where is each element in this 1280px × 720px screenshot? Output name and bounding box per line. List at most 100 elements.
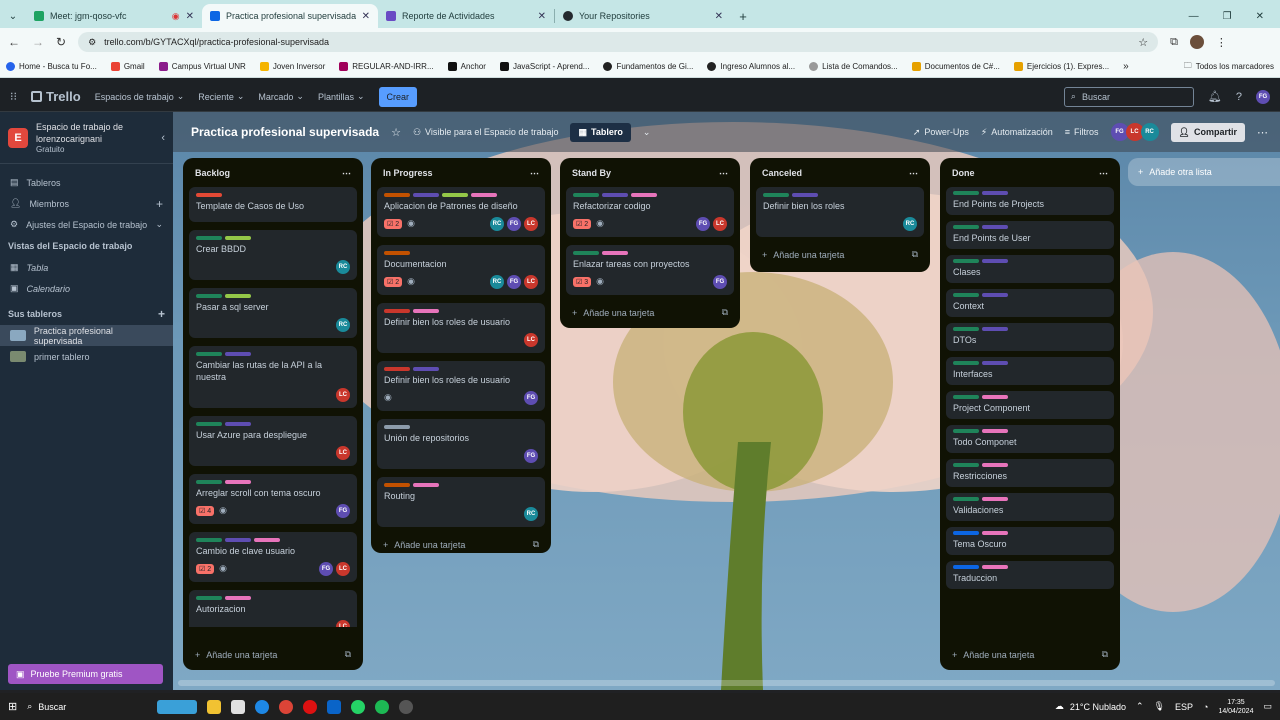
store-icon[interactable] xyxy=(231,699,246,714)
visibility-button[interactable]: ⚇ Visible para el Espacio de trabajo xyxy=(413,127,559,138)
weather-widget[interactable]: ☁ 21°C Nublado xyxy=(1055,701,1126,712)
card-label[interactable] xyxy=(573,193,599,197)
card[interactable]: Enlazar tareas con proyectos ☑ 3 ◉ FG xyxy=(566,245,734,295)
card-label[interactable] xyxy=(196,193,222,197)
card-label[interactable] xyxy=(196,480,222,484)
premium-button[interactable]: ▣ Pruebe Premium gratis xyxy=(8,664,163,684)
card[interactable]: Project Component xyxy=(946,391,1114,419)
template-icon[interactable]: ⧉ xyxy=(722,307,728,318)
member-avatar[interactable]: LC xyxy=(336,561,350,576)
card-label[interactable] xyxy=(196,596,222,600)
card[interactable]: Usar Azure para despliegue LC xyxy=(189,416,357,466)
card-label[interactable] xyxy=(982,293,1008,297)
add-card-button[interactable]: + Añade una tarjeta ⧉ xyxy=(189,645,357,664)
card-label[interactable] xyxy=(225,422,251,426)
bookmark-item[interactable]: Gmail xyxy=(110,62,145,71)
card-label[interactable] xyxy=(953,361,979,365)
card-label[interactable] xyxy=(792,193,818,197)
filters-button[interactable]: ≡ Filtros xyxy=(1065,127,1099,137)
card-label[interactable] xyxy=(982,565,1008,569)
card[interactable]: Refactorizar codigo ☑ 2 ◉ FG LC xyxy=(566,187,734,237)
taskbar-search[interactable]: ⌕ Buscar xyxy=(27,701,147,712)
card-label[interactable] xyxy=(953,225,979,229)
card[interactable]: Clases xyxy=(946,255,1114,283)
menu-icon[interactable]: ⋮ xyxy=(1216,36,1227,49)
card[interactable]: Cambiar las rutas de la API a la nuestra… xyxy=(189,346,357,408)
member-avatar[interactable]: LC xyxy=(524,216,538,231)
card[interactable]: Definir bien los roles de usuario LC xyxy=(377,303,545,353)
card-label[interactable] xyxy=(225,294,251,298)
address-bar[interactable]: ⚙ trello.com/b/GYTACXql/practica-profesi… xyxy=(78,32,1159,52)
sidebar-item-calendar[interactable]: ▣ Calendario xyxy=(0,278,173,299)
nav-starred[interactable]: Marcado ⌄ xyxy=(258,91,304,102)
nav-recent[interactable]: Reciente ⌄ xyxy=(198,91,244,102)
forward-icon[interactable]: → xyxy=(32,35,44,49)
card-label[interactable] xyxy=(384,251,410,255)
list-menu-icon[interactable]: ⋯ xyxy=(1099,168,1108,179)
add-list-button[interactable]: + Añade otra lista xyxy=(1128,158,1280,186)
restore-icon[interactable]: ❐ xyxy=(1223,11,1232,22)
chrome-icon[interactable] xyxy=(279,699,294,714)
back-icon[interactable]: ← xyxy=(8,35,20,49)
all-bookmarks[interactable]: 🗀 Todos los marcadores xyxy=(1184,60,1274,74)
card-label[interactable] xyxy=(982,327,1008,331)
card[interactable]: Documentacion ☑ 2 ◉ RC FG LC xyxy=(377,245,545,295)
board-horizontal-scrollbar[interactable] xyxy=(178,680,1275,686)
card-label[interactable] xyxy=(413,483,439,487)
card[interactable]: Autorizacion LC xyxy=(189,590,357,627)
card[interactable]: Unión de repositorios FG xyxy=(377,419,545,469)
card[interactable]: Routing RC xyxy=(377,477,545,527)
card-label[interactable] xyxy=(384,193,410,197)
card-label[interactable] xyxy=(413,367,439,371)
member-avatar[interactable]: FG xyxy=(336,503,350,518)
automation-button[interactable]: ⚡︎ Automatización xyxy=(981,127,1053,138)
card-label[interactable] xyxy=(602,251,628,255)
browser-tab-github[interactable]: Your Repositories ✕ xyxy=(555,4,731,28)
add-card-button[interactable]: + Añade una tarjeta ⧉ xyxy=(756,245,924,264)
extensions-icon[interactable]: ⧉ xyxy=(1170,36,1178,49)
app-switcher-icon[interactable]: ⁝⁝ xyxy=(10,90,17,103)
card-label[interactable] xyxy=(763,193,789,197)
card-label[interactable] xyxy=(384,309,410,313)
collapse-sidebar-icon[interactable]: ‹ xyxy=(161,132,165,144)
add-member-icon[interactable]: + xyxy=(156,197,163,211)
card-label[interactable] xyxy=(953,327,979,331)
card-label[interactable] xyxy=(384,483,410,487)
card[interactable]: Aplicacion de Patrones de diseño ☑ 2 ◉ RC FG… xyxy=(377,187,545,237)
member-avatar[interactable]: RC xyxy=(490,274,504,289)
bookmark-item[interactable]: Ejercicios (1). Expres... xyxy=(1013,62,1109,71)
share-button[interactable]: 👤︎ Compartir xyxy=(1170,122,1245,142)
add-card-button[interactable]: + Añade una tarjeta ⧉ xyxy=(566,303,734,322)
add-card-button[interactable]: + Añade una tarjeta ⧉ xyxy=(946,645,1114,664)
member-avatar[interactable]: LC xyxy=(524,274,538,289)
language-indicator[interactable]: ESP xyxy=(1175,702,1193,712)
list-menu-icon[interactable]: ⋯ xyxy=(909,168,918,179)
window-close-icon[interactable]: ✕ xyxy=(1256,11,1264,22)
workspace-avatar[interactable]: E xyxy=(8,127,28,148)
tray-chevron-icon[interactable]: ⌃ xyxy=(1136,701,1144,712)
member-avatar[interactable]: FG xyxy=(524,390,538,405)
card-label[interactable] xyxy=(953,565,979,569)
card-label[interactable] xyxy=(196,294,222,298)
member-avatar[interactable]: RC xyxy=(490,216,504,231)
card[interactable]: End Points de Projects xyxy=(946,187,1114,215)
add-board-icon[interactable]: + xyxy=(158,307,165,321)
sidebar-item-settings[interactable]: ⚙ Ajustes del Espacio de trabajo ⌄ xyxy=(0,214,173,235)
bookmark-item[interactable]: Documentos de C#... xyxy=(911,62,1000,71)
close-tab-icon[interactable]: ✕ xyxy=(362,11,370,22)
clock[interactable]: 17:35 14/04/2024 xyxy=(1218,698,1253,716)
card-label[interactable] xyxy=(953,463,979,467)
member-avatar[interactable]: LC xyxy=(336,445,350,460)
sidebar-item-table[interactable]: ▦ Tabla xyxy=(0,257,173,278)
member-avatar[interactable]: RC xyxy=(903,216,917,231)
card[interactable]: Restricciones xyxy=(946,459,1114,487)
user-avatar[interactable]: FG xyxy=(1256,89,1270,104)
card-label[interactable] xyxy=(384,367,410,371)
tab-search-icon[interactable]: ⌄ xyxy=(0,4,26,28)
card-label[interactable] xyxy=(982,531,1008,535)
card-label[interactable] xyxy=(573,251,599,255)
member-avatar[interactable]: RC xyxy=(336,259,350,274)
member-avatar[interactable]: LC xyxy=(336,619,350,627)
spotify-icon[interactable] xyxy=(375,699,390,714)
member-avatar[interactable]: LC xyxy=(524,332,538,347)
